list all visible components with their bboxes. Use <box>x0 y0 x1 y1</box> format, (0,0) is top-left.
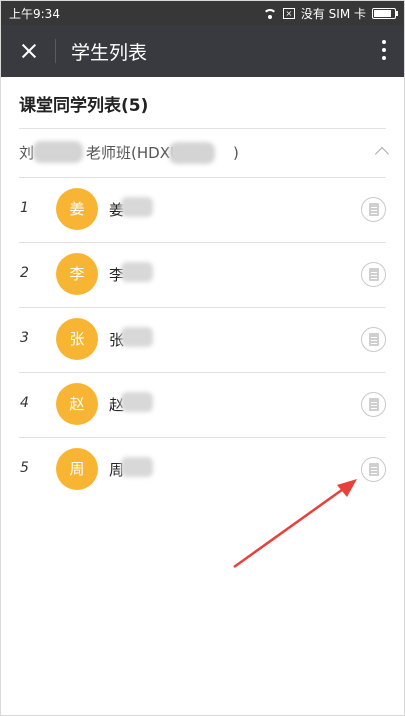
arrow-head <box>337 479 357 497</box>
arrow-shaft <box>233 485 347 569</box>
annotation-arrow <box>233 479 357 569</box>
phone-screen: 上午9:34 × 没有 SIM 卡 学生列表 课堂同学列表(5) 刘老师班(HD… <box>0 0 405 716</box>
